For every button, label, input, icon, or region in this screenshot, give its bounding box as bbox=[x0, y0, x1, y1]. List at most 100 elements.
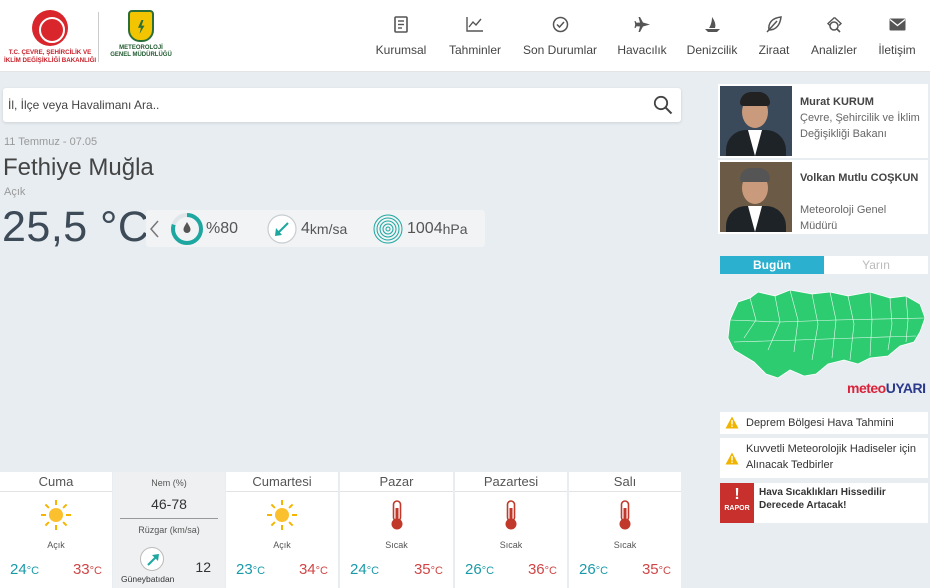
sailboat-icon bbox=[703, 15, 721, 33]
nav-iletisim[interactable]: İletişim bbox=[877, 0, 917, 72]
official-name: Volkan Mutlu COŞKUN bbox=[800, 172, 919, 184]
forecast-condition: Açık bbox=[273, 540, 291, 550]
temp-unit: °C bbox=[252, 565, 266, 577]
nav-label: Tahminler bbox=[448, 43, 502, 57]
nav-son-durumlar[interactable]: Son Durumlar bbox=[523, 0, 597, 72]
report-badge: ! RAPOR bbox=[720, 483, 754, 523]
official-card-minister[interactable]: Murat KURUM Çevre, Şehircilik ve İklim D… bbox=[718, 84, 928, 158]
map-tabs: Bugün Yarın bbox=[720, 256, 928, 274]
nav-analizler[interactable]: Analizler bbox=[811, 0, 857, 72]
forecast-high-value: 36 bbox=[527, 561, 545, 578]
forecast-day-1[interactable]: Cuma Açık 24°C 33°C bbox=[0, 472, 112, 588]
location-title: Fethiye Muğla bbox=[3, 154, 154, 182]
forecast-details: Nem (%) 46-78 Rüzgar (km/sa) 12 Güneybat… bbox=[113, 472, 225, 588]
forecast-high: 33°C bbox=[73, 561, 102, 578]
search-icon[interactable] bbox=[653, 95, 673, 115]
report-card[interactable]: ! RAPOR Hava Sıcaklıkları Hissedilir Der… bbox=[720, 483, 928, 523]
ministry-logo-line2: İKLİM DEĞİŞİKLİĞİ BAKANLIĞI bbox=[4, 56, 97, 64]
forecast-high-value: 35 bbox=[641, 561, 659, 578]
wind-label: Rüzgar (km/sa) bbox=[138, 525, 200, 535]
tab-today[interactable]: Bugün bbox=[720, 256, 824, 274]
sun-icon bbox=[41, 500, 71, 530]
nav-denizcilik[interactable]: Denizcilik bbox=[687, 0, 737, 72]
temp-unit: °C bbox=[26, 565, 40, 577]
report-text: Hava Sıcaklıkları Hissedilir Derecede Ar… bbox=[759, 487, 886, 511]
temp-unit: °C bbox=[544, 565, 557, 577]
forecast-day-3[interactable]: Pazar Sıcak 24°C 35°C bbox=[340, 472, 453, 588]
search-input[interactable] bbox=[3, 88, 623, 122]
alert-deprem[interactable]: Deprem Bölgesi Hava Tahmini bbox=[720, 412, 928, 434]
ministry-emblem-icon bbox=[32, 10, 68, 46]
mgm-logo-line1: METEOROLOJİ bbox=[119, 45, 163, 51]
forecast-high: 34°C bbox=[299, 561, 328, 578]
search-box bbox=[3, 88, 681, 122]
forecast-day-name: Cumartesi bbox=[226, 472, 338, 492]
clock-check-icon bbox=[551, 15, 569, 33]
mgm-emblem-icon bbox=[128, 10, 154, 42]
forecast-day-4[interactable]: Pazartesi Sıcak 26°C 36°C bbox=[455, 472, 567, 588]
logo-divider bbox=[98, 12, 99, 62]
wind-value: 4 bbox=[301, 219, 310, 237]
warning-icon bbox=[725, 416, 739, 429]
forecast-high-value: 33 bbox=[72, 561, 90, 578]
thermometer-icon bbox=[505, 500, 517, 530]
thermometer-icon bbox=[619, 500, 631, 530]
forecast-high: 35°C bbox=[414, 561, 443, 578]
forecast-day-name: Pazar bbox=[340, 472, 453, 492]
forecast-day-name: Pazartesi bbox=[455, 472, 567, 492]
director-photo bbox=[720, 162, 792, 232]
sun-icon bbox=[267, 500, 297, 530]
humidity-stat: %80 bbox=[170, 212, 238, 245]
nav-tahminler[interactable]: Tahminler bbox=[447, 0, 503, 72]
temp-unit: °C bbox=[481, 565, 495, 577]
thermometer-icon bbox=[391, 500, 402, 530]
official-card-director[interactable]: Volkan Mutlu COŞKUN Meteoroloji Genel Mü… bbox=[718, 160, 928, 234]
meteouyari-logo[interactable]: meteoUYARI bbox=[847, 380, 926, 396]
forecast-low: 26°C bbox=[579, 561, 608, 578]
alert-kuvvetli[interactable]: Kuvvetli Meteorolojik Hadiseler için Alı… bbox=[720, 438, 928, 478]
forecast-low-value: 26 bbox=[579, 561, 596, 578]
official-role: Meteoroloji Genel Müdürü bbox=[800, 204, 887, 232]
forecast-day-2[interactable]: Cumartesi Açık 23°C 34°C bbox=[226, 472, 338, 588]
forecast-day-5[interactable]: Salı Sıcak 26°C 35°C bbox=[569, 472, 681, 588]
alert-text: Kuvvetli Meteorolojik Hadiseler için Alı… bbox=[746, 443, 916, 471]
forecast-low-value: 24 bbox=[350, 561, 367, 578]
pressure-unit: hPa bbox=[442, 220, 468, 237]
wind-direction: Güneybatıdan bbox=[121, 574, 175, 584]
mgm-logo[interactable]: METEOROLOJİ GENEL MÜDÜRLÜĞÜ bbox=[104, 10, 178, 66]
wind-stat: 4 km/sa bbox=[266, 213, 347, 244]
site-header: T.C. ÇEVRE, ŞEHİRCİLİK VE İKLİM DEĞİŞİKL… bbox=[0, 0, 930, 72]
temp-unit: °C bbox=[658, 565, 671, 577]
nav-ziraat[interactable]: Ziraat bbox=[759, 0, 789, 72]
chevron-left-icon[interactable] bbox=[148, 218, 162, 240]
tab-tomorrow[interactable]: Yarın bbox=[824, 256, 928, 274]
nav-label: Analizler bbox=[810, 43, 858, 57]
forecast-low-value: 26 bbox=[465, 561, 482, 578]
forecast-low-value: 23 bbox=[236, 561, 253, 578]
pressure-stat: 1004 hPa bbox=[372, 213, 468, 244]
nav-label: İletişim bbox=[878, 43, 916, 57]
document-icon bbox=[392, 15, 410, 33]
humidity-label: Nem (%) bbox=[151, 478, 187, 488]
nav-havacilik[interactable]: Havacılık bbox=[617, 0, 667, 72]
minister-photo bbox=[720, 86, 792, 156]
forecast-high: 36°C bbox=[528, 561, 557, 578]
city-name: Fethiye bbox=[3, 154, 82, 181]
leaf-icon bbox=[765, 15, 783, 33]
envelope-icon bbox=[888, 15, 906, 33]
humidity-gauge-icon bbox=[171, 212, 203, 245]
nav-kurumsal[interactable]: Kurumsal bbox=[375, 0, 427, 72]
wind-arrow-icon bbox=[140, 547, 164, 571]
exclamation-icon: ! bbox=[734, 486, 740, 503]
wind-unit: km/sa bbox=[309, 220, 348, 237]
airplane-icon bbox=[633, 15, 651, 33]
chart-line-icon bbox=[466, 15, 484, 33]
official-name: Murat KURUM bbox=[800, 96, 874, 108]
wind-speed: 12 bbox=[195, 559, 211, 575]
observation-date: 11 Temmuz - 07.05 bbox=[4, 136, 98, 148]
forecast-condition: Sıcak bbox=[613, 540, 637, 550]
ministry-logo[interactable]: T.C. ÇEVRE, ŞEHİRCİLİK VE İKLİM DEĞİŞİKL… bbox=[4, 8, 96, 68]
report-badge-label: RAPOR bbox=[724, 505, 750, 512]
forecast-low: 26°C bbox=[465, 561, 494, 578]
ministry-logo-line1: T.C. ÇEVRE, ŞEHİRCİLİK VE bbox=[8, 49, 92, 56]
